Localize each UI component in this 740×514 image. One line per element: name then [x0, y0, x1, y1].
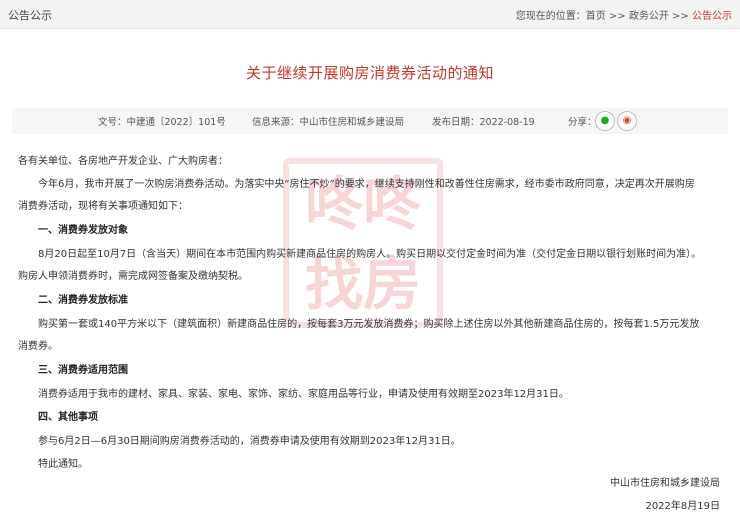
breadcrumb-separator: >> — [668, 11, 692, 22]
info-source: 信息来源：中山市住房和城乡建设局 — [252, 117, 405, 128]
section-3-line-1: 消费券适用于我市的建材、家具、家装、家电、家饰、家纺、家庭用品等行业，申请及使用… — [38, 389, 569, 400]
wechat-share-icon[interactable]: ● — [595, 111, 615, 131]
intro-line-2: 消费券活动，现将有关事项通知如下： — [18, 201, 188, 212]
section-3-title: 三、消费券适用范围 — [38, 365, 128, 376]
section-1-title: 一、消费券发放对象 — [38, 225, 128, 236]
breadcrumb: 您现在的位置：首页 >> 政务公开 >> 公告公示 — [516, 7, 732, 22]
section-2-line-1: 购买第一套或140平方米以下（建筑面积）新建商品住房的，按每套3万元发放消费券；… — [38, 319, 700, 330]
intro-line-1: 今年6月，我市开展了一次购房消费券活动。为落实中央“房住不炒”的要求，继续支持刚… — [38, 179, 695, 190]
section-4-title: 四、其他事项 — [38, 412, 98, 423]
section-1-line-2: 购房人申领消费券时，需完成网签备案及缴纳契税。 — [18, 271, 248, 282]
breadcrumb-home-link[interactable]: 首页 — [586, 11, 606, 22]
section-title: 公告公示 — [8, 9, 52, 22]
section-2-line-2: 消费券。 — [18, 341, 58, 352]
top-bar: 公告公示 您现在的位置：首页 >> 政务公开 >> 公告公示 — [0, 0, 740, 29]
article-meta-bar: 文号：中建通〔2022〕101号 信息来源：中山市住房和城乡建设局 发布日期：2… — [12, 108, 728, 134]
breadcrumb-current-link[interactable]: 公告公示 — [692, 11, 732, 22]
location-label: 您现在的位置： — [515, 11, 586, 22]
article-title: 关于继续开展购房消费券活动的通知 — [245, 64, 494, 82]
weibo-share-icon[interactable]: ◉ — [617, 111, 637, 131]
signature-date: 2022年8月19日 — [645, 501, 720, 512]
publish-date: 发布日期：2022-08-19 — [432, 117, 535, 128]
breadcrumb-gov-link[interactable]: 政务公开 — [629, 11, 669, 22]
doc-number: 文号：中建通〔2022〕101号 — [98, 117, 226, 128]
signature-org: 中山市住房和城乡建设局 — [610, 478, 720, 489]
section-4-line-1: 参与6月2日—6月30日期间购房消费券活动的，消费券申请及使用有效期到2023年… — [38, 436, 461, 447]
closing-line: 特此通知。 — [38, 459, 88, 470]
section-2-title: 二、消费券发放标准 — [38, 295, 128, 306]
greeting: 各有关单位、各房地产开发企业、广大购房者： — [18, 156, 228, 167]
breadcrumb-separator: >> — [605, 11, 629, 22]
section-1-line-1: 8月20日起至10月7日（含当天）期间在本市范围内购买新建商品住房的购房人。购买… — [38, 249, 702, 260]
share-label: 分享： — [568, 117, 597, 128]
